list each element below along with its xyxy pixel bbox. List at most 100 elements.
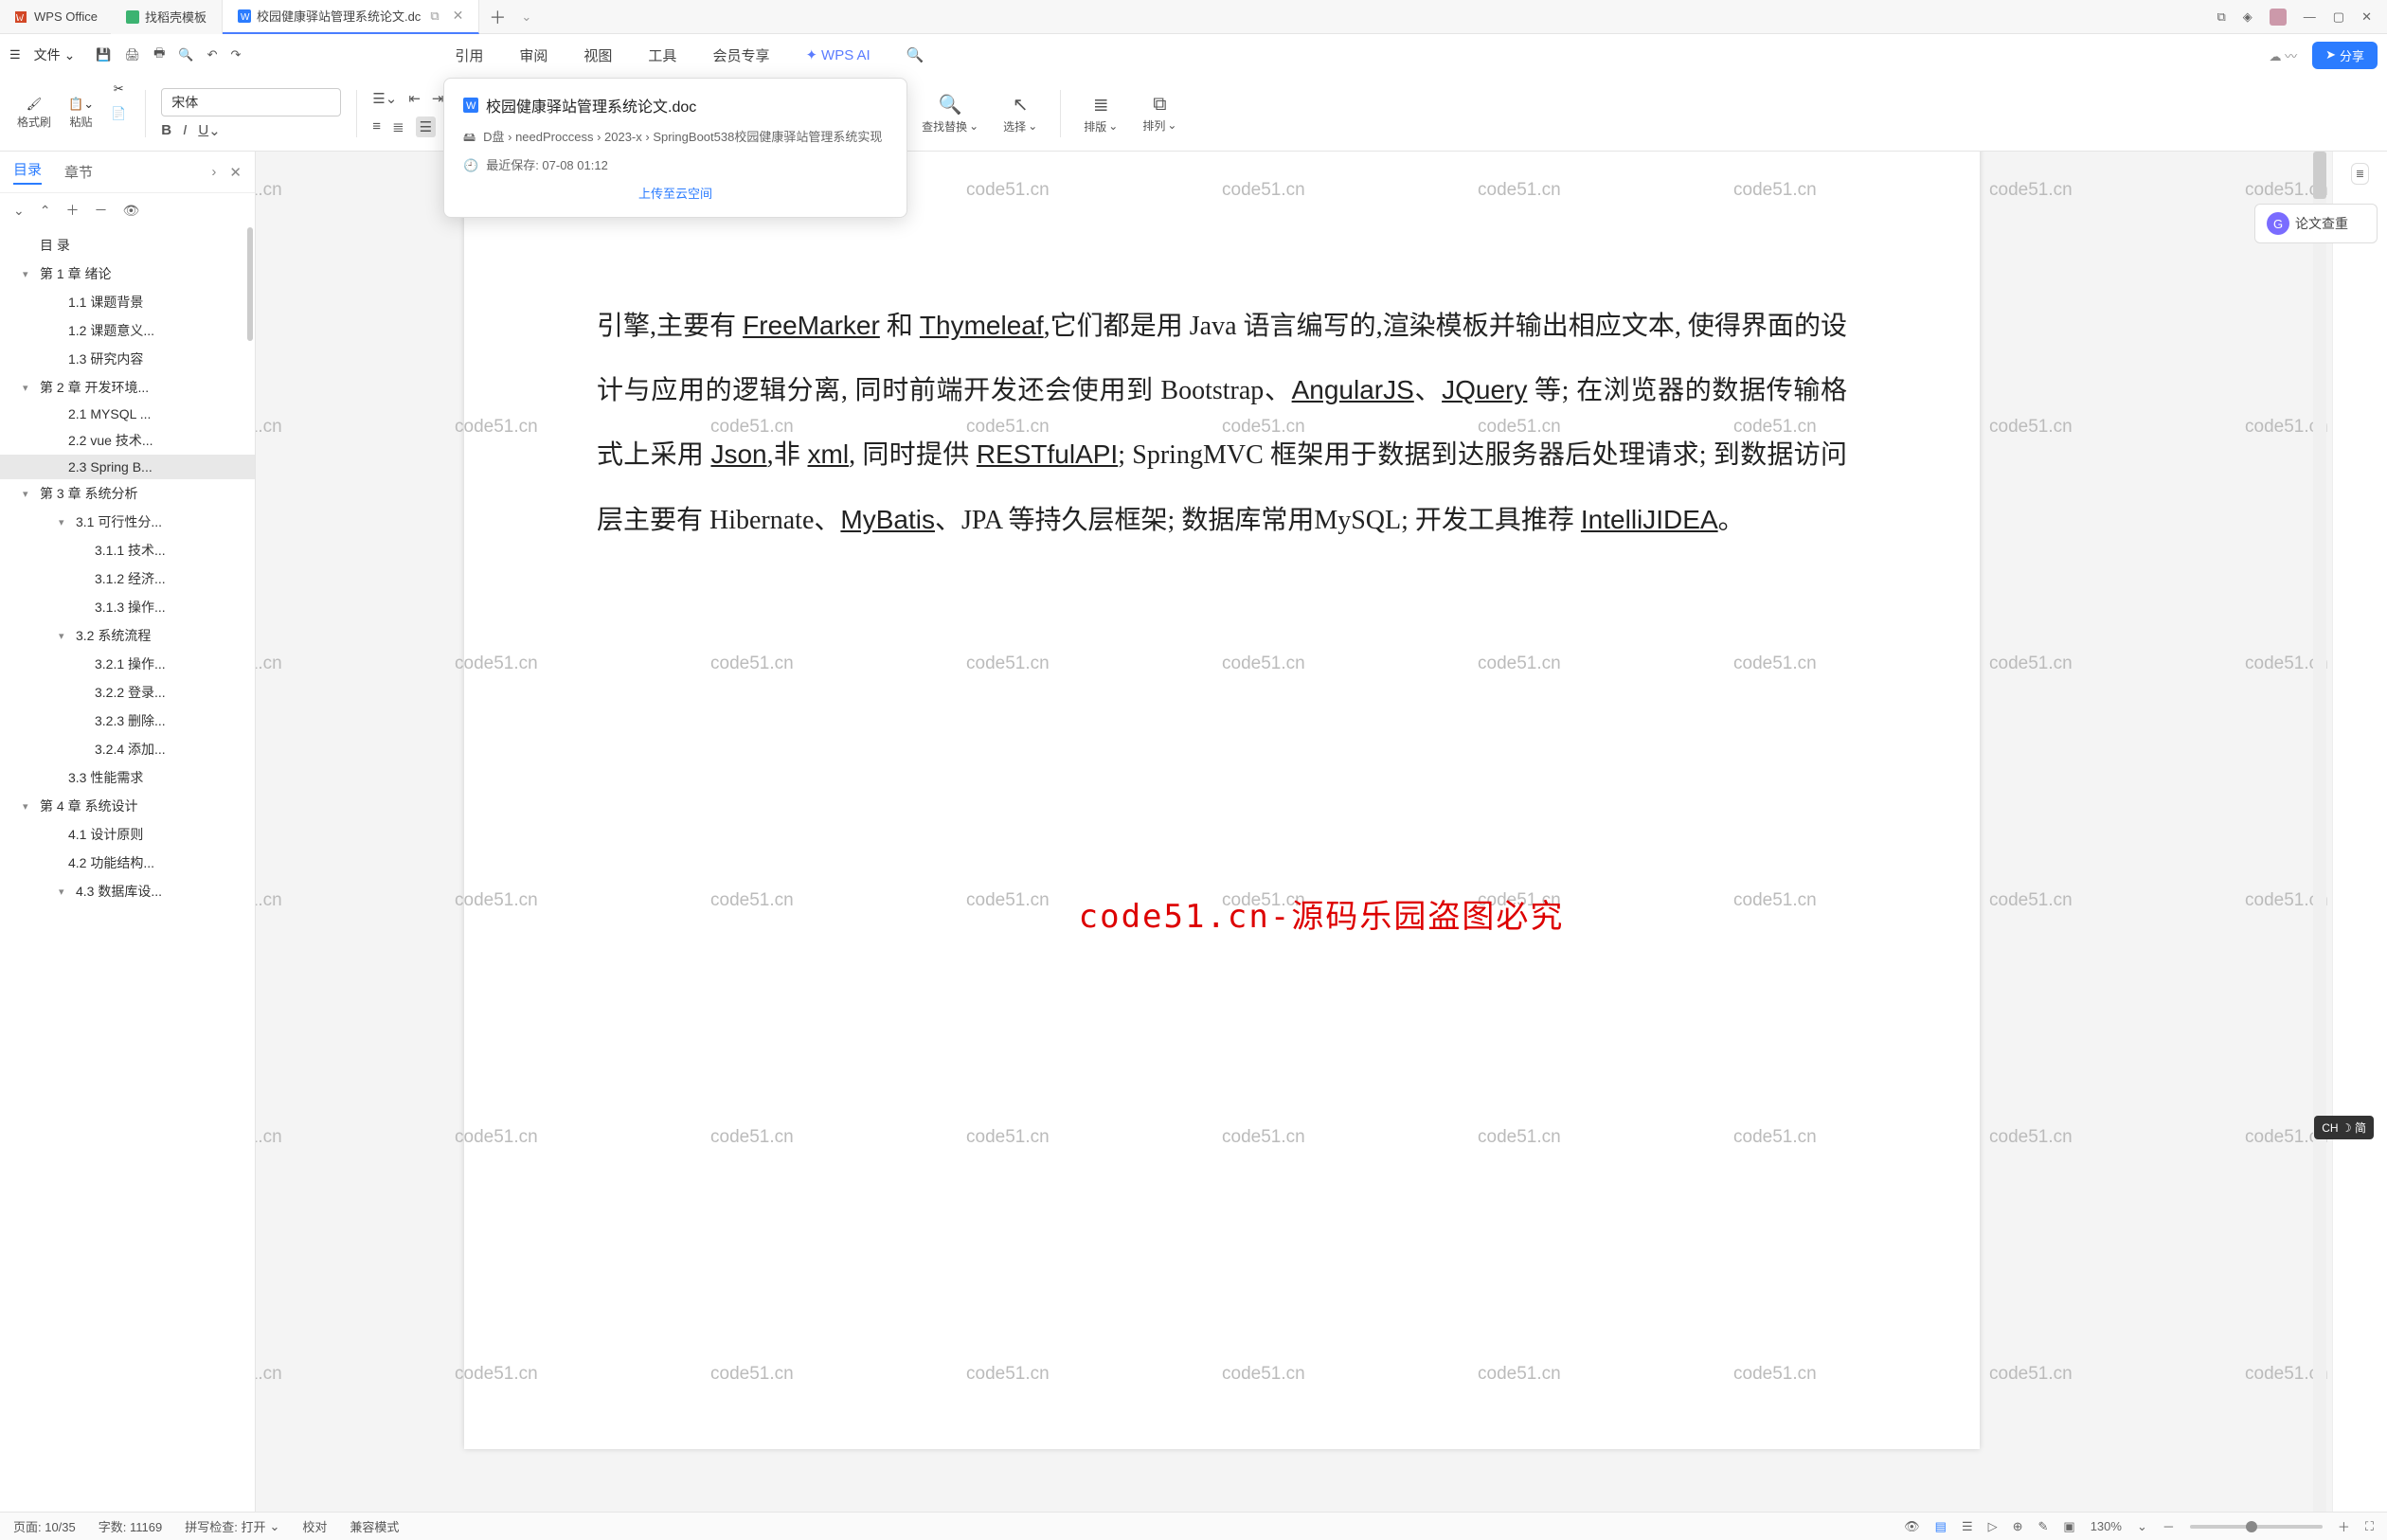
paste-icon[interactable]: 📋⌄ [68,97,94,112]
zoom-in-icon[interactable]: ＋ [2338,1517,2350,1535]
toc-item[interactable]: 2.3 Spring B... [0,455,255,479]
toc-item[interactable]: 3.1.3 操作... [0,593,255,621]
toc-item[interactable]: 3.2.3 删除... [0,707,255,735]
toc-item[interactable]: 3.1.1 技术... [0,536,255,564]
status-page[interactable]: 页面: 10/35 [13,1517,76,1535]
zoom-slider[interactable] [2190,1525,2323,1529]
zoom-out-icon[interactable]: － [2163,1517,2175,1535]
tab-menu-dropdown[interactable]: ⌄ [521,9,531,25]
menu-vip[interactable]: 会员专享 [712,45,769,65]
toc-item[interactable]: ▾第 1 章 绪论 [0,260,255,288]
toc-item[interactable]: 1.3 研究内容 [0,345,255,373]
menu-tools[interactable]: 工具 [648,45,676,65]
search-icon[interactable]: 🔍 [906,46,924,63]
cube-icon[interactable]: ◈ [2243,9,2252,25]
toc-item[interactable]: 4.2 功能结构... [0,849,255,877]
undo-icon[interactable]: ↶ [207,47,218,63]
fullscreen-icon[interactable]: ⛶ [2365,1519,2374,1534]
view-read-icon[interactable]: 👁 [1904,1519,1920,1534]
share-button[interactable]: ➤ 分享 [2312,42,2378,69]
toc-item[interactable]: ▾3.1 可行性分... [0,508,255,536]
toc-view-icon[interactable]: 👁 [122,203,139,219]
toc-item[interactable]: ▾4.3 数据库设... [0,877,255,905]
view-focus-icon[interactable]: ▣ [2063,1519,2074,1534]
menu-view[interactable]: 视图 [583,45,612,65]
preview-icon[interactable]: 🔍 [178,47,193,63]
popout-icon[interactable]: ⧉ [430,9,439,24]
status-proof[interactable]: 校对 [302,1517,327,1535]
toc-remove-icon[interactable]: － [94,201,107,220]
copy-icon[interactable]: 📄 [111,106,126,121]
menu-wps-ai[interactable]: ✦ WPS AI [805,46,870,63]
view-print-icon[interactable]: ▤ [1935,1519,1947,1534]
layout-icon[interactable]: ≣ [1093,93,1109,116]
align-justify-icon[interactable]: ☰ [416,116,436,137]
print-icon[interactable]: 🖶 [153,45,165,65]
toc-item[interactable]: ▾第 3 章 系统分析 [0,479,255,508]
bullets-icon[interactable]: ☰⌄ [372,90,397,107]
toc-item[interactable]: 2.1 MYSQL ... [0,402,255,426]
toc-item[interactable]: 2.2 vue 技术... [0,426,255,455]
hamburger-icon[interactable]: ☰ [9,47,21,63]
menu-review[interactable]: 审阅 [519,45,547,65]
toc-down-icon[interactable]: ⌄ [13,203,25,219]
view-pen-icon[interactable]: ✎ [2038,1519,2049,1534]
status-spell[interactable]: 拼写检查: 打开 ⌄ [185,1517,279,1535]
sidebar-tab-chapter[interactable]: 章节 [64,162,93,182]
toc-item[interactable]: 1.2 课题意义... [0,316,255,345]
zoom-value[interactable]: 130% [2091,1519,2122,1533]
tab-document[interactable]: W 校园健康驿站管理系统论文.dc ⧉ ✕ [223,0,479,34]
font-name-select[interactable]: 宋体 [161,88,341,116]
sidebar-close-icon[interactable]: ✕ [229,164,242,181]
rail-layers-icon[interactable]: ≣ [2351,163,2369,185]
toc-item[interactable]: 1.1 课题背景 [0,288,255,316]
sidebar-next-icon[interactable]: › [211,164,216,181]
view-play-icon[interactable]: ▷ [1988,1519,1998,1534]
toc-item[interactable]: 3.2.4 添加... [0,735,255,763]
paper-check-button[interactable]: G论文查重 [2254,204,2378,243]
arrange-icon[interactable]: ⧉ [1153,94,1166,116]
format-brush-icon[interactable]: 🖌 [27,97,43,112]
doc-scrollbar[interactable] [2313,152,2326,1512]
export-icon[interactable]: 🖨 [125,47,141,63]
toc-up-icon[interactable]: ⌃ [40,203,51,219]
tab-template[interactable]: 找稻壳模板 [111,0,223,34]
close-window-icon[interactable]: ✕ [2361,9,2372,25]
view-outline-icon[interactable]: ☰ [1962,1519,1973,1534]
view-web-icon[interactable]: ⊕ [2013,1519,2023,1534]
menu-reference[interactable]: 引用 [455,45,483,65]
close-tab-icon[interactable]: ✕ [453,8,464,24]
indent-inc-icon[interactable]: ⇥ [432,90,444,107]
sidebar-scrollbar[interactable] [247,227,253,341]
align-left-icon[interactable]: ≡ [372,118,381,134]
upload-cloud-link[interactable]: 上传至云空间 [463,184,888,202]
file-menu[interactable]: 文件⌄ [27,42,83,68]
minimize-icon[interactable]: — [2304,9,2316,24]
add-tab-button[interactable]: ＋ [479,5,515,29]
maximize-icon[interactable]: ▢ [2333,9,2344,25]
toc-add-icon[interactable]: ＋ [65,201,79,220]
italic-icon[interactable]: I [183,122,187,139]
sidebar-tab-toc[interactable]: 目录 [13,159,42,185]
redo-icon[interactable]: ↷ [230,47,241,63]
save-icon[interactable]: 💾 [96,47,111,63]
indent-dec-icon[interactable]: ⇤ [408,90,421,107]
toc-item[interactable]: 3.1.2 经济... [0,564,255,593]
cloud-sync-icon[interactable]: ☁ 〰 [2269,46,2297,64]
align-center-icon[interactable]: ≣ [392,118,404,135]
toc-item[interactable]: ▾第 4 章 系统设计 [0,792,255,820]
find-icon[interactable]: 🔍 [939,93,962,116]
toc-item[interactable]: 3.2.2 登录... [0,678,255,707]
status-words[interactable]: 字数: 11169 [99,1517,162,1535]
avatar-icon[interactable] [2270,9,2287,26]
select-icon[interactable]: ↖ [1013,93,1029,116]
underline-icon[interactable]: U⌄ [198,122,220,139]
ime-badge[interactable]: CH ☽ 简 [2314,1116,2374,1139]
status-compat[interactable]: 兼容模式 [350,1517,399,1535]
toc-item[interactable]: ▾第 2 章 开发环境... [0,373,255,402]
toc-item[interactable]: 3.2.1 操作... [0,650,255,678]
document-canvas[interactable]: 引擎,主要有 FreeMarker 和 Thymeleaf,它们都是用 Java… [256,152,2387,1512]
toc-item[interactable]: 3.3 性能需求 [0,763,255,792]
bold-icon[interactable]: B [161,122,171,139]
toc-item[interactable]: ▾3.2 系统流程 [0,621,255,650]
